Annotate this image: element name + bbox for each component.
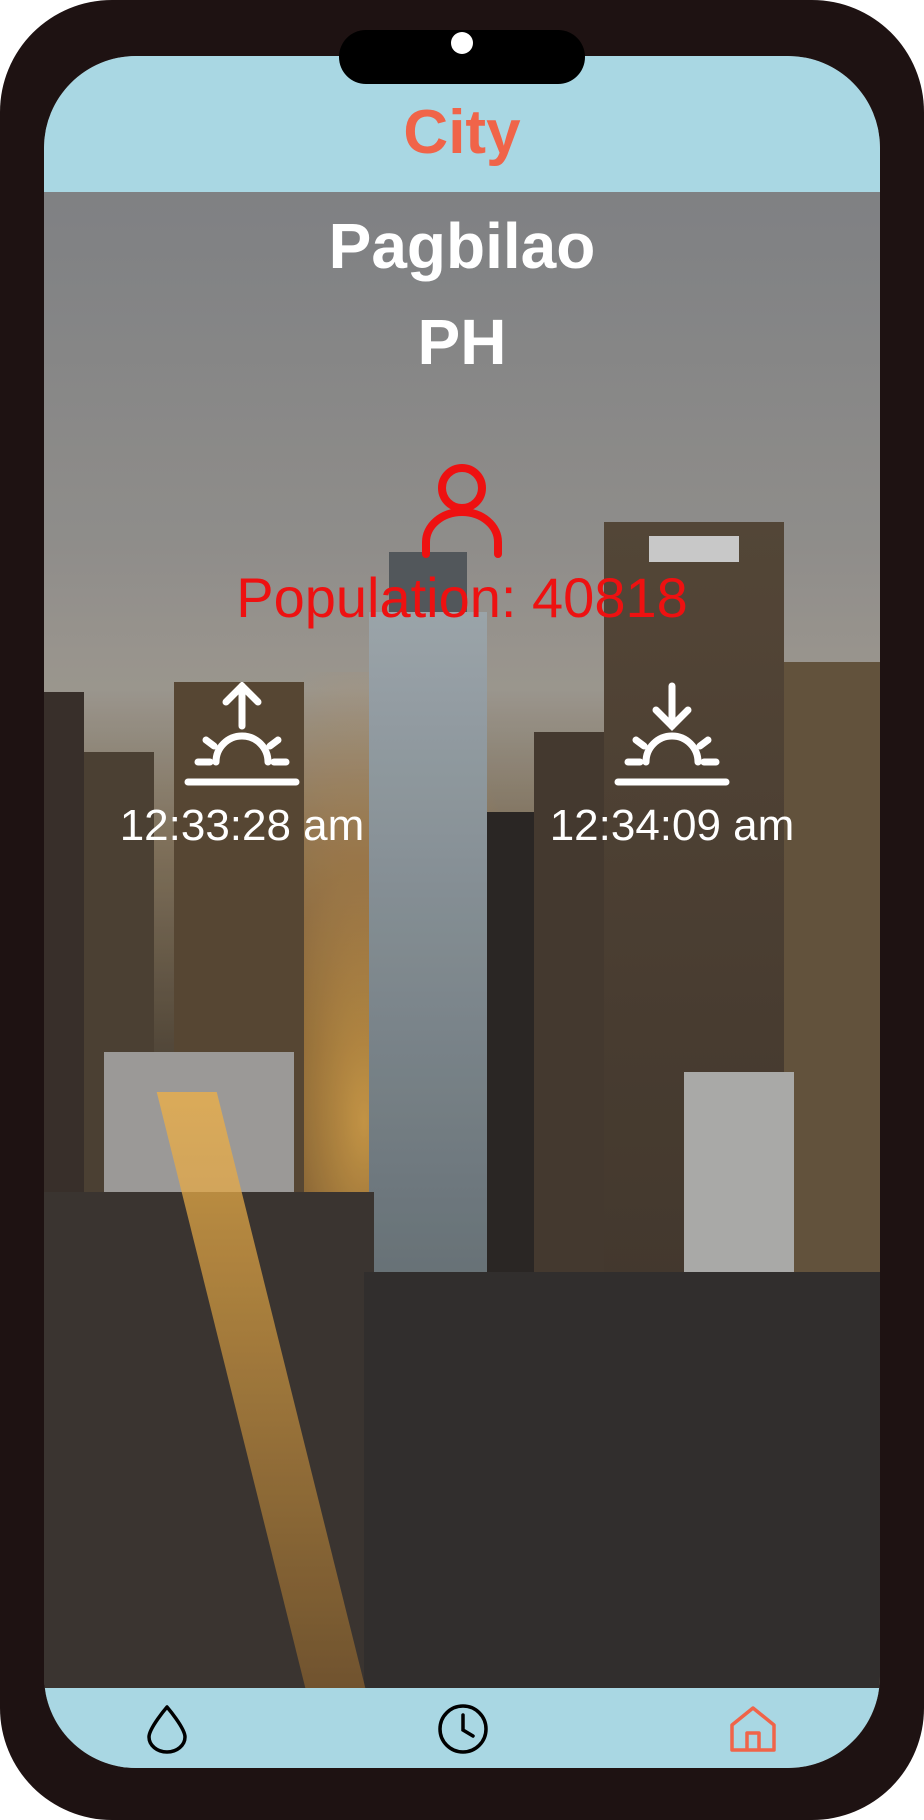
person-icon — [422, 464, 502, 558]
phone-frame: City Pagbilao PH Population: 40818 12:33… — [0, 0, 924, 1820]
sunset-block: 12:34:09 am — [532, 682, 812, 848]
nav-weather-button[interactable] — [140, 1702, 194, 1756]
city-name: Pagbilao — [328, 210, 596, 282]
nav-clock-button[interactable] — [436, 1702, 490, 1756]
population-text: Population: 40818 — [236, 566, 688, 629]
nav-home-button[interactable] — [726, 1702, 780, 1756]
city-info-panel: Pagbilao PH Population: 40818 12:33:28 a… — [44, 192, 880, 1744]
sunset-icon — [614, 682, 730, 786]
bottom-navigation-bar — [44, 1688, 880, 1768]
water-drop-icon — [147, 1705, 187, 1754]
app-screen: City Pagbilao PH Population: 40818 12:33… — [44, 56, 880, 1768]
clock-icon — [438, 1704, 488, 1754]
home-icon — [730, 1706, 776, 1752]
sunrise-icon — [184, 682, 300, 786]
sunset-time: 12:34:09 am — [549, 801, 795, 850]
sunrise-time: 12:33:28 am — [119, 801, 365, 850]
camera-notch — [339, 30, 585, 84]
front-camera — [451, 32, 473, 54]
sunrise-block: 12:33:28 am — [102, 682, 382, 848]
country-code: PH — [417, 306, 507, 378]
app-title: City — [403, 98, 521, 167]
